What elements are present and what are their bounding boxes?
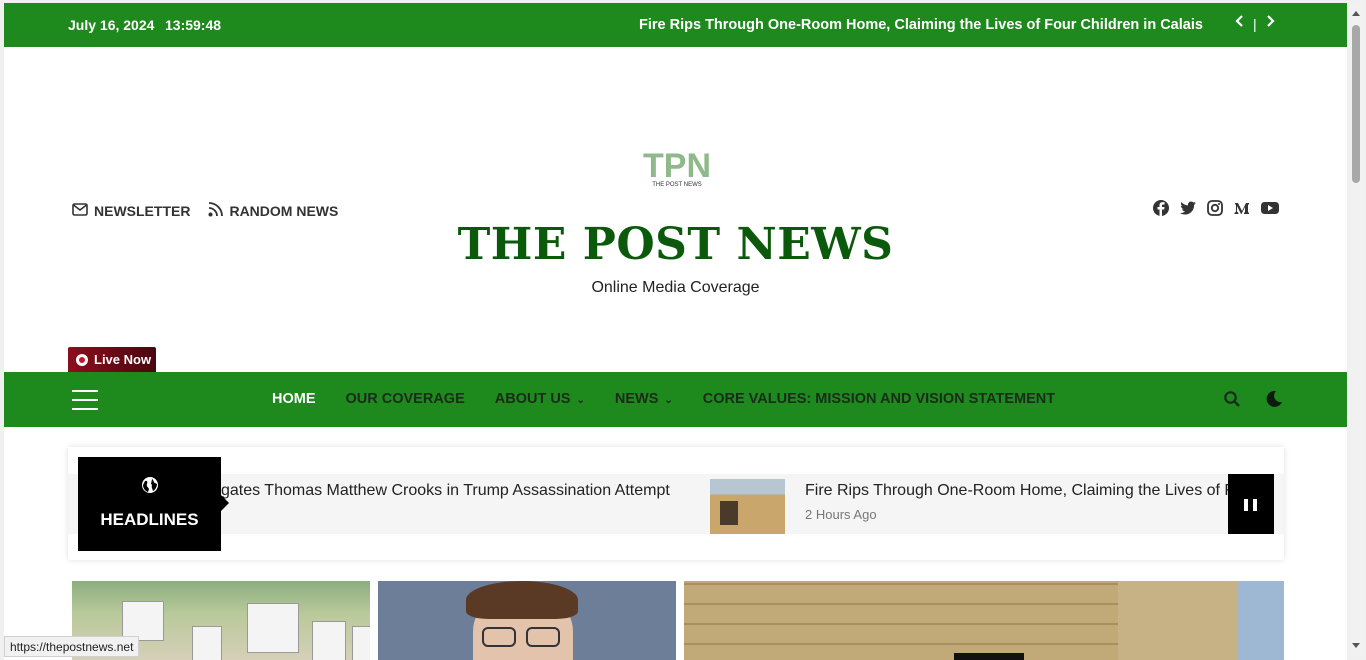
rss-icon: [208, 202, 224, 220]
headlines-label: HEADLINES: [100, 510, 199, 529]
newsletter-label: NEWSLETTER: [94, 203, 191, 219]
site-title[interactable]: THE POST NEWS: [4, 219, 1347, 270]
article-image-house[interactable]: [684, 581, 1284, 660]
nav-item-home[interactable]: HOME: [272, 391, 316, 407]
hamburger-menu-icon[interactable]: [72, 390, 98, 410]
nav-menu: HOME OUR COVERAGE ABOUT US ⌄ NEWS ⌄ CORE V…: [272, 391, 1055, 407]
logo-subtext: THE POST NEWS: [652, 182, 702, 188]
site-logo[interactable]: TPN THE POST NEWS: [637, 143, 717, 189]
pause-button[interactable]: [1228, 474, 1274, 534]
headline-item-2-thumbnail[interactable]: [710, 479, 785, 534]
newsletter-link[interactable]: NEWSLETTER: [72, 203, 190, 219]
nav-item-about-us-label: ABOUT US: [494, 391, 571, 407]
nav-item-news-label: NEWS: [614, 391, 659, 407]
facebook-icon[interactable]: [1152, 199, 1170, 217]
article-image-portrait[interactable]: [378, 581, 676, 660]
top-bar: July 16, 2024 13:59:48 Fire Rips Through…: [4, 3, 1347, 47]
twitter-icon[interactable]: [1179, 199, 1197, 217]
headlines-label-pointer: [221, 495, 229, 511]
scroll-up-icon[interactable]: [1352, 11, 1360, 16]
live-now-badge[interactable]: Live Now: [68, 347, 156, 372]
chevron-right-icon[interactable]: [1265, 14, 1275, 33]
header-links: NEWSLETTER RANDOM NEWS: [72, 202, 338, 220]
top-ticker-headline[interactable]: Fire Rips Through One-Room Home, Claimin…: [639, 17, 1203, 33]
nav-item-core-values[interactable]: CORE VALUES: MISSION AND VISION STATEMEN…: [703, 391, 1055, 407]
nav-item-about-us[interactable]: ABOUT US ⌄: [495, 391, 585, 407]
globe-icon: [141, 476, 159, 494]
headline-item-2-time: 2 Hours Ago: [805, 507, 877, 522]
current-date: July 16, 2024: [68, 17, 155, 33]
nav-item-our-coverage[interactable]: OUR COVERAGE: [346, 391, 465, 407]
current-time: 13:59:48: [165, 17, 222, 33]
scroll-down-icon[interactable]: [1352, 643, 1360, 648]
ticker-separator: |: [1253, 16, 1257, 32]
page: July 16, 2024 13:59:48 Fire Rips Through…: [4, 3, 1347, 660]
site-tagline: Online Media Coverage: [591, 279, 760, 296]
social-links: [1152, 199, 1279, 217]
chevron-left-icon[interactable]: [1235, 14, 1245, 33]
live-now-label: Live Now: [94, 352, 152, 367]
search-icon[interactable]: [1223, 390, 1241, 408]
page-scrollbar[interactable]: [1349, 3, 1363, 657]
random-news-label: RANDOM NEWS: [229, 203, 339, 219]
nav-item-news[interactable]: NEWS ⌄: [615, 391, 673, 407]
live-dot-icon: [76, 353, 88, 366]
envelope-icon: [72, 203, 88, 219]
headline-item-1[interactable]: gates Thomas Matthew Crooks in Trump Ass…: [221, 482, 670, 500]
scrollbar-thumb[interactable]: [1352, 25, 1360, 183]
dark-mode-toggle-icon[interactable]: [1264, 389, 1284, 409]
instagram-icon[interactable]: [1206, 199, 1224, 217]
headline-item-2[interactable]: Fire Rips Through One-Room Home, Claimin…: [805, 482, 1230, 500]
logo-text: TPN: [643, 147, 711, 185]
youtube-icon[interactable]: [1260, 199, 1279, 217]
random-news-link[interactable]: RANDOM NEWS: [208, 202, 338, 220]
status-bar-url: https://thepostnews.net: [4, 636, 140, 657]
chevron-down-icon: ⌄: [576, 395, 585, 406]
headlines-label-box: HEADLINES: [78, 457, 229, 551]
main-nav: HOME OUR COVERAGE ABOUT US ⌄ NEWS ⌄ CORE V…: [4, 372, 1347, 427]
chevron-down-icon: ⌄: [664, 395, 673, 406]
medium-icon[interactable]: [1233, 199, 1251, 217]
